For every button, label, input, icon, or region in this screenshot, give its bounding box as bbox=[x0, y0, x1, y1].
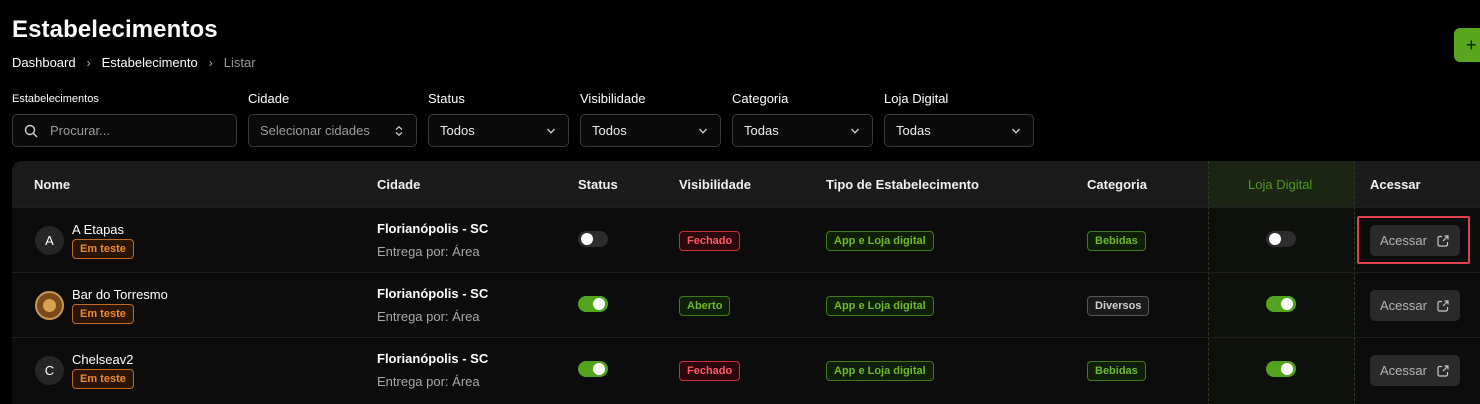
establishment-name: Bar do Torresmo bbox=[72, 287, 168, 302]
filter-loja-digital: Loja Digital Todas bbox=[884, 92, 1034, 147]
acessar-label: Acessar bbox=[1380, 298, 1427, 313]
column-header-categoria[interactable]: Categoria bbox=[1087, 177, 1147, 192]
city-name: Florianópolis - SC bbox=[377, 221, 489, 236]
status-badge: Em teste bbox=[72, 369, 134, 389]
acessar-button[interactable]: Acessar bbox=[1370, 225, 1460, 256]
city-name: Florianópolis - SC bbox=[377, 286, 489, 301]
visibilidade-value: Todos bbox=[592, 123, 627, 138]
column-header-loja-digital[interactable]: Loja Digital bbox=[1248, 177, 1312, 192]
loja-digital-toggle[interactable] bbox=[1266, 296, 1296, 312]
chevron-up-down-icon bbox=[395, 125, 403, 136]
category-badge: Diversos bbox=[1087, 296, 1150, 316]
chevron-down-icon bbox=[547, 128, 555, 134]
breadcrumb-listar: Listar bbox=[223, 55, 256, 70]
chevron-down-icon bbox=[1012, 128, 1020, 134]
acessar-button[interactable]: Acessar bbox=[1370, 290, 1460, 321]
avatar: A bbox=[35, 226, 64, 255]
loja-digital-value: Todas bbox=[896, 123, 931, 138]
acessar-label: Acessar bbox=[1380, 233, 1427, 248]
status-badge: Em teste bbox=[72, 239, 134, 259]
cidade-value: Selecionar cidades bbox=[260, 123, 370, 138]
delivery-type: Entrega por: Área bbox=[377, 244, 480, 259]
filter-label: Loja Digital bbox=[884, 91, 949, 106]
filter-status: Status Todos bbox=[428, 92, 569, 147]
status-toggle[interactable] bbox=[578, 296, 608, 312]
filter-cidade: Cidade Selecionar cidades bbox=[248, 92, 417, 147]
establishments-table: Nome Cidade Status Visibilidade Tipo de … bbox=[12, 161, 1480, 404]
visibilidade-select[interactable]: Todos bbox=[580, 114, 721, 147]
breadcrumb-dashboard[interactable]: Dashboard bbox=[12, 55, 76, 70]
establishment-name: Chelseav2 bbox=[72, 352, 134, 367]
table-row[interactable]: Bar do Torresmo Em teste Florianópolis -… bbox=[12, 272, 1480, 337]
chevron-down-icon bbox=[699, 128, 707, 134]
table-row[interactable]: C Chelseav2 Em teste Florianópolis - SC … bbox=[12, 337, 1480, 402]
filter-label: Cidade bbox=[248, 91, 290, 106]
filter-label: Status bbox=[428, 91, 465, 106]
status-toggle[interactable] bbox=[578, 361, 608, 377]
type-badge: App e Loja digital bbox=[826, 296, 934, 316]
category-badge: Bebidas bbox=[1087, 231, 1146, 251]
loja-digital-select[interactable]: Todas bbox=[884, 114, 1034, 147]
establishment-name: A Etapas bbox=[72, 222, 125, 237]
acessar-button[interactable]: Acessar bbox=[1370, 355, 1460, 386]
status-select[interactable]: Todos bbox=[428, 114, 569, 147]
column-header-nome[interactable]: Nome bbox=[34, 177, 70, 192]
status-badge: Em teste bbox=[72, 304, 134, 324]
breadcrumb: Dashboard › Estabelecimento › Listar bbox=[12, 55, 256, 70]
external-link-icon bbox=[1437, 364, 1449, 377]
avatar: C bbox=[35, 356, 64, 385]
categoria-value: Todas bbox=[744, 123, 779, 138]
category-badge: Bebidas bbox=[1087, 361, 1146, 381]
visibility-badge: Aberto bbox=[679, 296, 731, 316]
status-toggle[interactable] bbox=[578, 231, 608, 247]
filter-estabelecimentos: Estabelecimentos Procurar... bbox=[12, 92, 237, 147]
search-placeholder: Procurar... bbox=[50, 123, 110, 138]
external-link-icon bbox=[1437, 299, 1449, 312]
page-title: Estabelecimentos bbox=[12, 16, 218, 43]
chevron-right-icon: › bbox=[208, 55, 213, 70]
city-name: Florianópolis - SC bbox=[377, 351, 489, 366]
external-link-icon bbox=[1437, 234, 1449, 247]
breadcrumb-estabelecimento[interactable]: Estabelecimento bbox=[102, 55, 198, 70]
filter-label: Categoria bbox=[732, 91, 789, 106]
add-button[interactable]: + bbox=[1454, 28, 1480, 62]
acessar-label: Acessar bbox=[1380, 363, 1427, 378]
chevron-right-icon: › bbox=[86, 55, 91, 70]
delivery-type: Entrega por: Área bbox=[377, 374, 480, 389]
column-header-tipo[interactable]: Tipo de Estabelecimento bbox=[826, 177, 979, 192]
column-header-acessar: Acessar bbox=[1370, 177, 1421, 192]
filter-label: Estabelecimentos bbox=[12, 93, 99, 105]
search-icon bbox=[24, 124, 38, 137]
loja-digital-toggle[interactable] bbox=[1266, 231, 1296, 247]
column-header-visibilidade[interactable]: Visibilidade bbox=[679, 177, 751, 192]
column-header-status[interactable]: Status bbox=[578, 177, 618, 192]
cidade-select[interactable]: Selecionar cidades bbox=[248, 114, 417, 147]
table-row[interactable]: A A Etapas Em teste Florianópolis - SC E… bbox=[12, 207, 1480, 272]
delivery-type: Entrega por: Área bbox=[377, 309, 480, 324]
search-input[interactable]: Procurar... bbox=[12, 114, 237, 147]
type-badge: App e Loja digital bbox=[826, 361, 934, 381]
visibility-badge: Fechado bbox=[679, 231, 741, 251]
loja-digital-toggle[interactable] bbox=[1266, 361, 1296, 377]
categoria-select[interactable]: Todas bbox=[732, 114, 873, 147]
filter-label: Visibilidade bbox=[580, 91, 646, 106]
chevron-down-icon bbox=[851, 128, 859, 134]
visibility-badge: Fechado bbox=[679, 361, 741, 381]
filter-categoria: Categoria Todas bbox=[732, 92, 873, 147]
avatar-image bbox=[35, 291, 64, 320]
column-header-cidade[interactable]: Cidade bbox=[377, 177, 420, 192]
type-badge: App e Loja digital bbox=[826, 231, 934, 251]
status-value: Todos bbox=[440, 123, 475, 138]
filter-visibilidade: Visibilidade Todos bbox=[580, 92, 721, 147]
